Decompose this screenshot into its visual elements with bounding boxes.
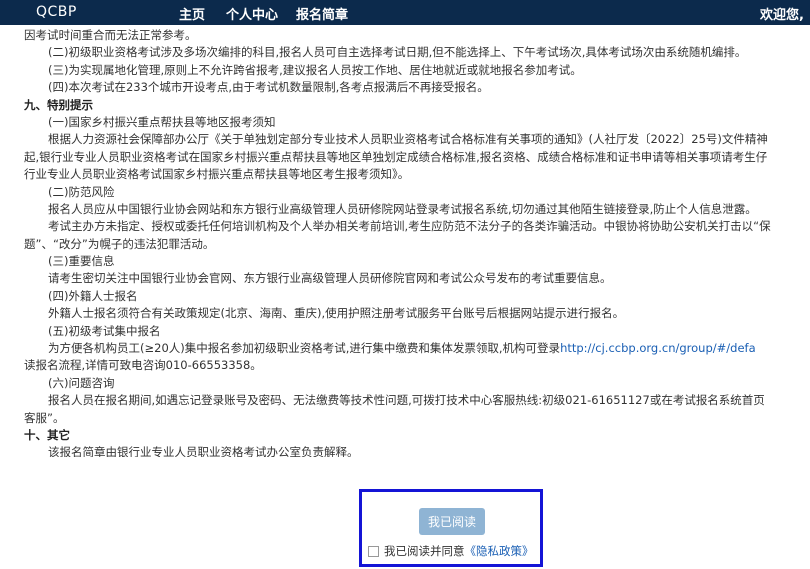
subsection-heading: (三)重要信息	[48, 254, 115, 269]
text-line: 考试主办方未指定、授权或委托任何培训机构及个人举办相关考前培训,考生应防范不法分…	[48, 219, 771, 234]
subsection-heading: (六)问题咨询	[48, 375, 115, 390]
nav-registration-guide[interactable]: 报名简章	[296, 4, 348, 23]
text-segment: 为方便各机构员工(≥20人)集中报名参加初级职业资格考试,进行集中缴费和集体发票…	[48, 341, 561, 356]
section-heading: 十、其它	[24, 427, 70, 442]
text-line: 读报名流程,详情可致电咨询010-66553358。	[24, 358, 262, 373]
text-line: 客服”。	[24, 410, 65, 425]
top-navbar: QCBP 主页 个人中心 报名简章 欢迎您,	[0, 0, 810, 25]
text-line: 外籍人士报名须符合有关政策规定(北京、海南、重庆),使用护照注册考试服务平台账号…	[48, 306, 625, 321]
text-line: 题”、“改分”为幌子的违法犯罪活动。	[24, 236, 215, 251]
welcome-text: 欢迎您,	[760, 8, 804, 23]
agree-checkbox[interactable]	[368, 545, 379, 557]
text-line: 行业专业人员职业资格考试国家乡村振兴重点帮扶县等地区考生报考须知》。	[24, 167, 410, 182]
subsection-heading: (四)外籍人士报名	[48, 288, 138, 303]
text-line: 因考试时间重合而无法正常参考。	[24, 28, 197, 42]
text-line: (三)为实现属地化管理,原则上不允许跨省报考,建议报名人员按工作地、居住地就近或…	[48, 62, 582, 77]
text-line: 根据人力资源社会保障部办公厅《关于单独划定部分专业技术人员职业资格考试合格标准有…	[48, 132, 768, 147]
text-line: 该报名简章由银行业专业人员职业资格考试办公室负责解释。	[48, 445, 359, 457]
agree-row: 我已阅读并同意 《隐私政策》	[368, 543, 534, 559]
registration-guide-text: 因考试时间重合而无法正常参考。 (二)初级职业资格考试涉及多场次编排的科目,报名…	[24, 27, 810, 457]
group-registration-link[interactable]: http://cj.ccbp.org.cn/group/#/defa	[560, 341, 756, 355]
text-line: 报名人员在报名期间,如遇忘记登录账号及密码、无法缴费等技术性问题,可拨打技术中心…	[48, 393, 765, 408]
subsection-heading: (一)国家乡村振兴重点帮扶县等地区报考须知	[48, 114, 276, 129]
nav-personal-center[interactable]: 个人中心	[226, 4, 278, 23]
brand-logo[interactable]: QCBP	[36, 4, 77, 20]
text-line: 起,银行业专业人员职业资格考试在国家乡村振兴重点帮扶县等地区单独划定成绩合格标准…	[24, 149, 768, 164]
subsection-heading: (二)防范风险	[48, 184, 115, 199]
subsection-heading: (五)初级考试集中报名	[48, 323, 161, 338]
text-line: 报名人员应从中国银行业协会网站和东方银行业高级管理人员研修院网站登录考试报名系统…	[48, 201, 757, 216]
text-line: (四)本次考试在233个城市开设考点,由于考试机数量限制,各考点报满后不再接受报…	[48, 80, 489, 95]
text-line: 请考生密切关注中国银行业协会官网、东方银行业高级管理人员研修院官网和考试公众号发…	[48, 271, 612, 286]
privacy-policy-link[interactable]: 《隐私政策》	[465, 543, 534, 559]
text-line: 为方便各机构员工(≥20人)集中报名参加初级职业资格考试,进行集中缴费和集体发票…	[24, 340, 810, 357]
read-button[interactable]: 我已阅读	[419, 508, 485, 535]
nav-home[interactable]: 主页	[179, 4, 205, 23]
agree-label: 我已阅读并同意	[384, 544, 465, 558]
section-heading: 九、特别提示	[24, 97, 93, 112]
text-line: (二)初级职业资格考试涉及多场次编排的科目,报名人员可自主选择考试日期,但不能选…	[48, 45, 747, 60]
